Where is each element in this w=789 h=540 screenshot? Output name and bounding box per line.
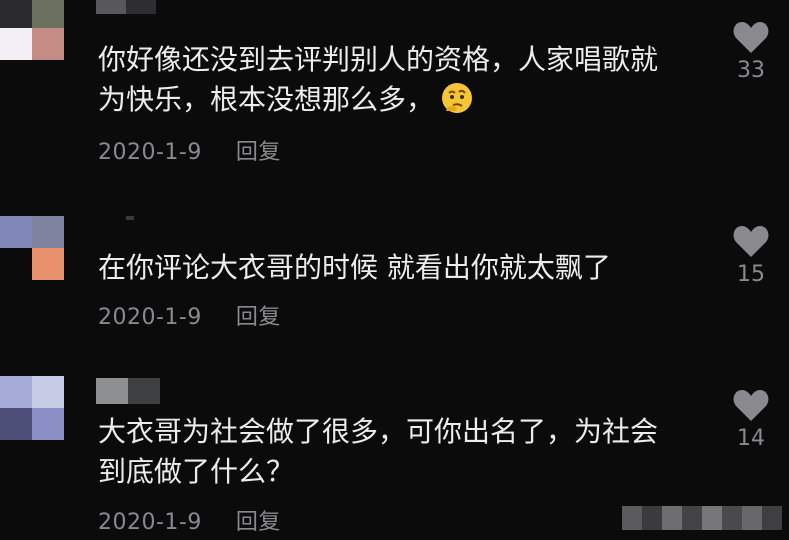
comment-meta: 2020-1-9 回复 [98, 134, 281, 166]
username[interactable] [126, 216, 134, 220]
comment-meta: 2020-1-9 回复 [98, 299, 281, 331]
comment-date: 2020-1-9 [98, 510, 202, 535]
reply-button[interactable]: 回复 [236, 305, 281, 330]
reply-button[interactable]: 回复 [236, 510, 281, 535]
comment-meta: 2020-1-9 回复 [98, 504, 281, 536]
comment-line: 大衣哥为社会做了很多，可你出名了，为社会 [98, 415, 659, 448]
avatar[interactable] [0, 376, 64, 440]
like-count: 14 [737, 426, 765, 451]
comment-line: 到底做了什么？ [98, 455, 295, 488]
heart-icon [733, 226, 769, 257]
comment-line: 你好像还没到去评判别人的资格，人家唱歌就 [98, 43, 659, 76]
avatar[interactable] [0, 0, 64, 60]
pixelated-watermark [622, 506, 782, 530]
reply-button[interactable]: 回复 [236, 140, 281, 165]
heart-icon [733, 390, 769, 421]
like-button[interactable]: 33 [726, 20, 776, 83]
comment-line: 在你评论大衣哥的时候 就看出你就太飘了 [98, 251, 611, 284]
comment-text: 大衣哥为社会做了很多，可你出名了，为社会 到底做了什么？ [98, 412, 708, 492]
comment-date: 2020-1-9 [98, 305, 202, 330]
username[interactable] [96, 378, 160, 404]
username[interactable] [96, 0, 156, 14]
like-button[interactable]: 15 [726, 224, 776, 287]
comment-text: 在你评论大衣哥的时候 就看出你就太飘了 [98, 248, 708, 288]
avatar[interactable] [0, 216, 64, 280]
comment-line: 为快乐，根本没想那么多， [98, 83, 435, 116]
heart-icon [733, 22, 769, 53]
like-count: 33 [737, 58, 765, 83]
comment-date: 2020-1-9 [98, 140, 202, 165]
like-button[interactable]: 14 [726, 388, 776, 451]
like-count: 15 [737, 262, 765, 287]
comment-text: 你好像还没到去评判别人的资格，人家唱歌就 为快乐，根本没想那么多， [98, 40, 708, 120]
thinking-face-emoji-icon [442, 83, 473, 113]
